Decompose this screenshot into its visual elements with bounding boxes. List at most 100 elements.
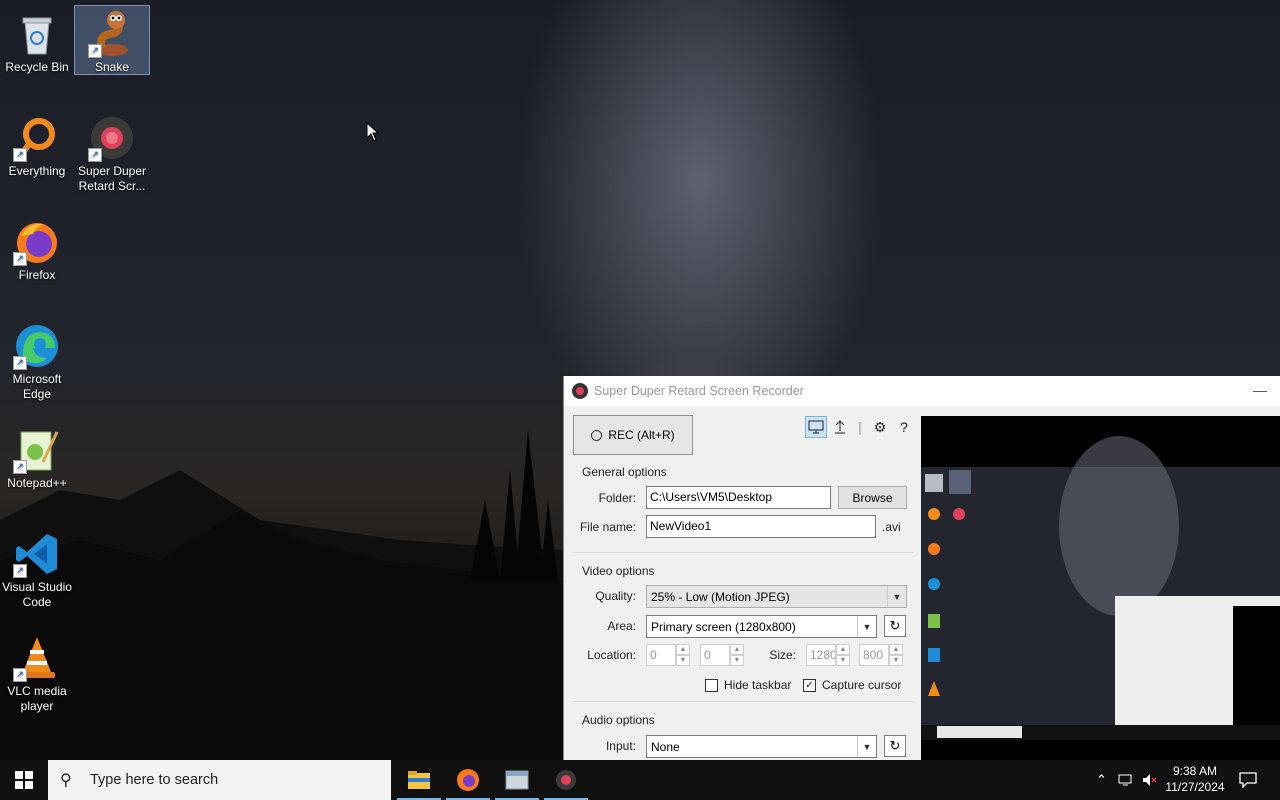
browse-button-label: Browse	[852, 490, 893, 505]
tray-chevron-up-icon[interactable]: ⌃	[1096, 760, 1107, 800]
desktop-icon-snake[interactable]: ↗ Snake	[74, 5, 150, 75]
shortcut-arrow-icon: ↗	[13, 252, 27, 266]
location-y-field[interactable]: 0	[700, 644, 730, 666]
taskbar-search-box[interactable]: ⚲ Type here to search	[48, 760, 391, 800]
desktop-icon-label: Recycle Bin	[5, 60, 69, 74]
general-options-heading: General options	[582, 465, 667, 479]
window-titlebar[interactable]: Super Duper Retard Screen Recorder —	[564, 376, 1280, 406]
area-label: Area:	[607, 619, 636, 633]
search-placeholder: Type here to search	[90, 772, 219, 788]
filename-label: File name:	[579, 520, 636, 534]
taskbar-screen-recorder[interactable]	[542, 760, 590, 800]
section-divider	[573, 552, 913, 553]
desktop-icon-label: Microsoft Edge	[12, 372, 62, 401]
preview-thumbnail	[921, 436, 1280, 740]
window-title: Super Duper Retard Screen Recorder	[594, 384, 804, 398]
vscode-icon: ↗	[13, 530, 61, 578]
desktop-icon-label: Visual Studio Code	[2, 580, 72, 609]
input-label: Input:	[605, 739, 636, 753]
desktop-icon-label: VLC media player	[7, 684, 67, 713]
chevron-down-icon: ▼	[887, 586, 906, 607]
size-label: Size:	[769, 648, 796, 662]
audio-options-heading: Audio options	[582, 713, 655, 727]
video-options-heading: Video options	[582, 564, 655, 578]
size-height-stepper[interactable]: ▲ ▼	[889, 644, 903, 666]
recycle-bin-icon	[13, 10, 61, 58]
screen-recorder-window: Super Duper Retard Screen Recorder — REC…	[563, 376, 1280, 760]
desktop-icon-screen-recorder[interactable]: ↗ Super Duper Retard Scr...	[75, 110, 149, 194]
capture-cursor-label: Capture cursor	[822, 678, 902, 692]
checkmark-icon: ✓	[803, 678, 816, 692]
network-icon[interactable]	[1118, 760, 1134, 800]
filename-field[interactable]: NewVideo1	[646, 515, 876, 538]
quality-label: Quality:	[595, 589, 636, 603]
quality-select[interactable]: 25% - Low (Motion JPEG) ▼	[646, 585, 907, 608]
hide-taskbar-label: Hide taskbar	[724, 678, 792, 692]
file-extension: .avi	[882, 520, 901, 534]
desktop-icon-firefox[interactable]: ↗ Firefox	[0, 214, 74, 283]
folder-field[interactable]: C:\Users\VM5\Desktop	[646, 486, 831, 509]
shortcut-arrow-icon: ↗	[13, 356, 27, 370]
desktop-icon-edge[interactable]: ↗ Microsoft Edge	[0, 318, 74, 402]
size-width-field[interactable]: 1280	[806, 644, 836, 666]
clock-time: 9:38 AM	[1172, 764, 1218, 778]
hide-taskbar-checkbox[interactable]: Hide taskbar	[705, 678, 791, 692]
refresh-area-icon[interactable]: ↻	[884, 615, 906, 637]
everything-icon: ↗	[13, 114, 61, 162]
edge-icon: ↗	[13, 322, 61, 370]
area-value: Primary screen (1280x800)	[651, 620, 796, 634]
audio-input-value: None	[651, 740, 680, 754]
record-button[interactable]: REC (Alt+R)	[573, 415, 693, 455]
shortcut-arrow-icon: ↗	[13, 460, 27, 474]
taskbar-clock[interactable]: 9:38 AM 11/27/2024	[1160, 763, 1230, 795]
toolbar-divider: |	[858, 419, 862, 435]
volume-muted-icon[interactable]	[1142, 760, 1158, 800]
shortcut-arrow-icon: ↗	[13, 668, 27, 682]
desktop-icon-label: Super Duper Retard Scr...	[77, 164, 147, 193]
capture-cursor-checkbox[interactable]: ✓ Capture cursor	[803, 678, 901, 692]
refresh-audio-icon[interactable]: ↻	[884, 735, 906, 757]
location-label: Location:	[587, 648, 636, 662]
browse-button[interactable]: Browse	[838, 486, 907, 509]
location-x-stepper[interactable]: ▲ ▼	[676, 644, 690, 666]
windows-start-icon[interactable]	[0, 760, 48, 800]
desktop-icon-vlc[interactable]: ↗ VLC media player	[0, 630, 74, 714]
firefox-icon: ↗	[13, 218, 61, 266]
monitor-icon[interactable]	[805, 416, 827, 438]
record-dot-icon	[591, 429, 603, 441]
shortcut-arrow-icon: ↗	[88, 44, 102, 58]
taskbar-file-explorer[interactable]	[395, 760, 443, 800]
upload-icon[interactable]	[829, 416, 851, 438]
screen-recorder-icon: ↗	[88, 114, 136, 162]
desktop-icon-notepadpp[interactable]: ↗ Notepad++	[0, 422, 74, 491]
audio-input-select[interactable]: None ▼	[646, 735, 877, 758]
minimize-icon[interactable]: —	[1253, 382, 1267, 398]
snake-icon: ↗	[88, 10, 136, 58]
shortcut-arrow-icon: ↗	[13, 148, 27, 162]
app-icon	[572, 383, 588, 399]
location-x-field[interactable]: 0	[646, 644, 676, 666]
chevron-down-icon: ▼	[857, 616, 876, 637]
clock-date: 11/27/2024	[1165, 780, 1225, 794]
folder-icon	[408, 771, 430, 789]
desktop-icon-vscode[interactable]: ↗ Visual Studio Code	[0, 526, 74, 610]
settings-gear-icon[interactable]: ⚙	[869, 416, 891, 438]
size-height-field[interactable]: 800	[859, 644, 889, 666]
vlc-icon: ↗	[13, 634, 61, 682]
area-select[interactable]: Primary screen (1280x800) ▼	[646, 615, 877, 638]
taskbar-snake[interactable]	[493, 760, 541, 800]
desktop-icon-label: Firefox	[18, 268, 56, 282]
taskbar-firefox[interactable]	[444, 760, 492, 800]
desktop-icon-recycle-bin[interactable]: Recycle Bin	[0, 6, 74, 75]
notepadpp-icon: ↗	[13, 426, 61, 474]
help-icon[interactable]: ?	[893, 416, 915, 438]
notifications-icon[interactable]	[1239, 760, 1257, 800]
desktop-icon-everything[interactable]: ↗ Everything	[0, 110, 74, 179]
shortcut-arrow-icon: ↗	[13, 564, 27, 578]
mouse-cursor-icon	[366, 122, 380, 142]
quality-value: 25% - Low (Motion JPEG)	[651, 590, 790, 604]
size-width-stepper[interactable]: ▲ ▼	[836, 644, 850, 666]
location-y-stepper[interactable]: ▲ ▼	[730, 644, 744, 666]
screen-recorder-icon	[556, 770, 576, 790]
desktop-icon-label: Snake	[94, 60, 130, 74]
